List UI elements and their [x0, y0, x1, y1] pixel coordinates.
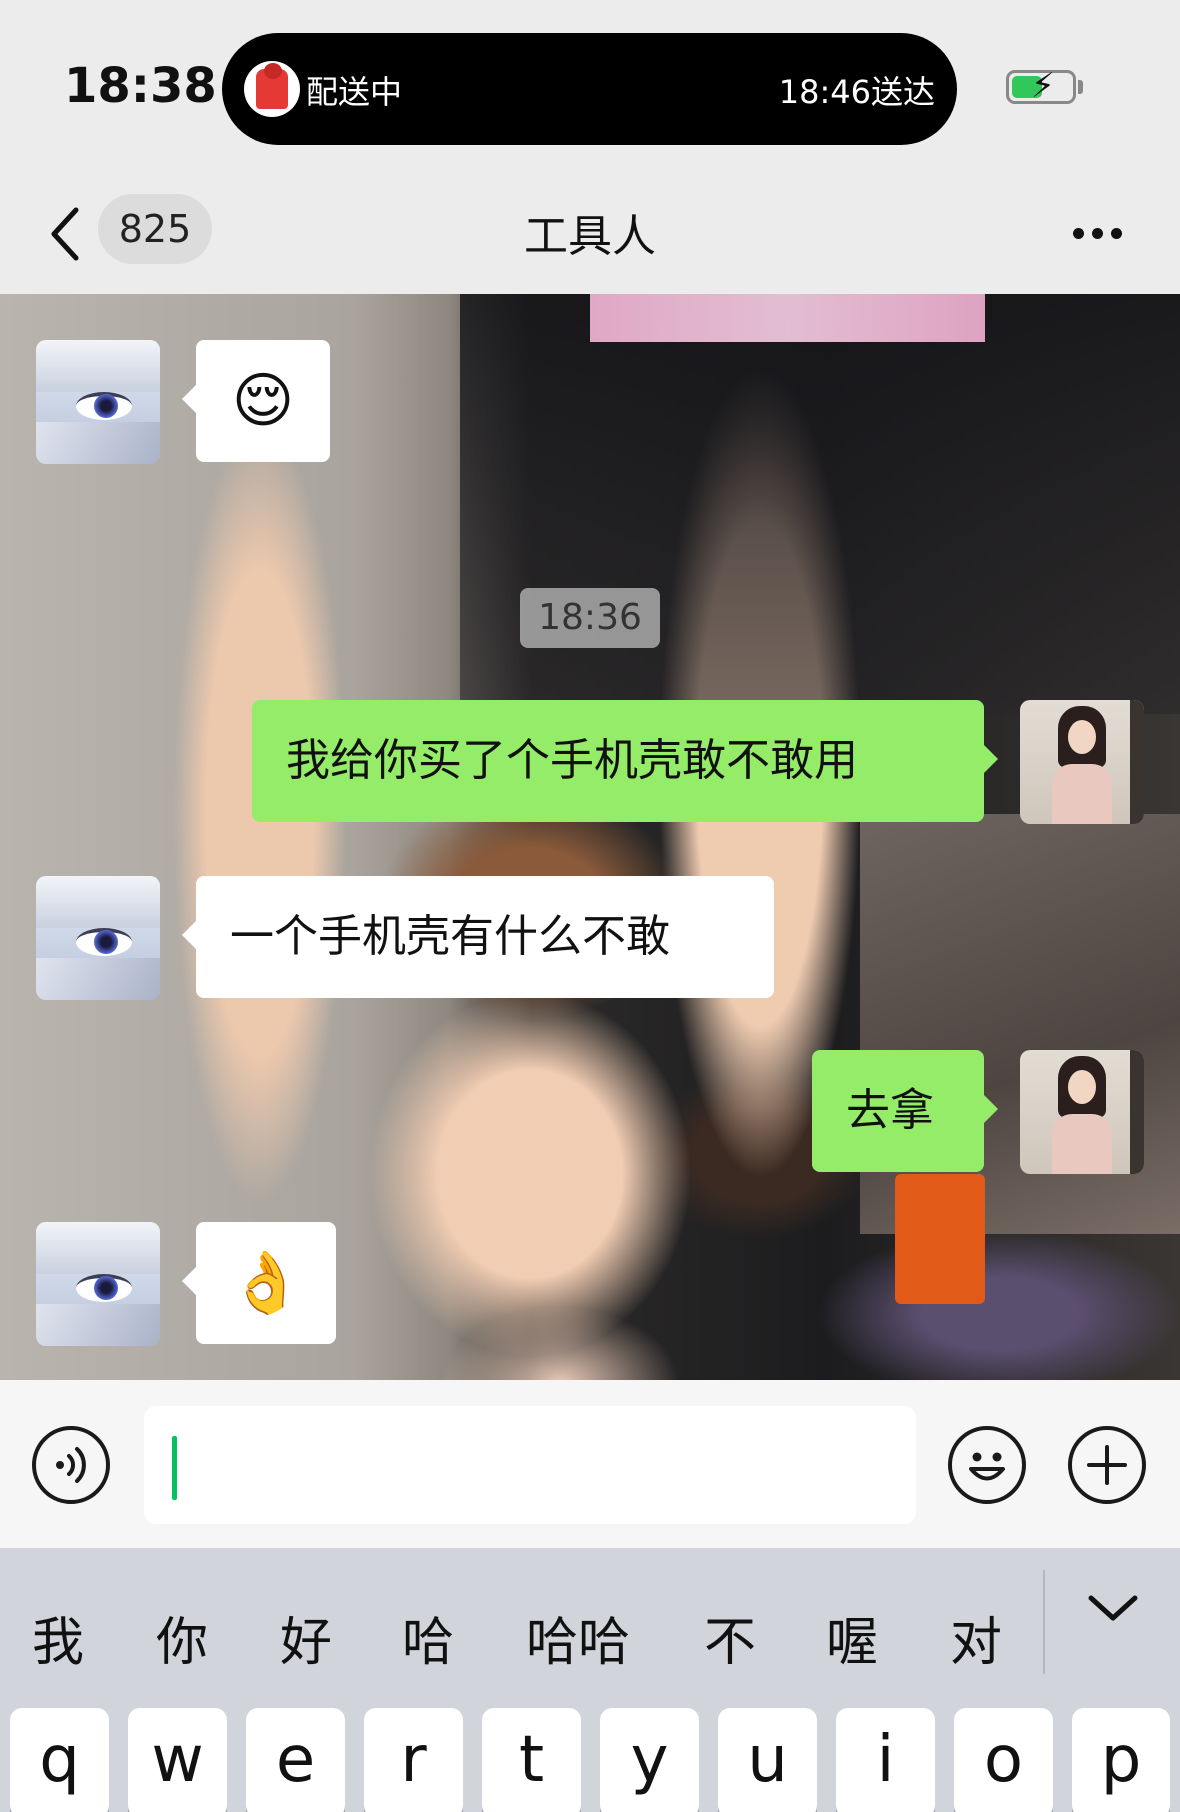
candidate-word[interactable]: 哈: [402, 1600, 454, 1675]
candidate-word[interactable]: 喔: [826, 1600, 878, 1675]
candidate-word[interactable]: 我: [32, 1600, 84, 1675]
chat-timestamp: 18:36: [520, 588, 660, 648]
message-bubble-outgoing[interactable]: 我给你买了个手机壳敢不敢用: [252, 700, 998, 822]
more-dots-icon[interactable]: [1065, 224, 1122, 243]
message-input[interactable]: [144, 1406, 916, 1524]
message-bubble-incoming[interactable]: 👌: [182, 1222, 336, 1344]
message-bubble-outgoing[interactable]: 去拿: [812, 1050, 998, 1172]
emoji-icon[interactable]: [948, 1426, 1026, 1504]
contact-avatar[interactable]: [36, 876, 160, 1000]
candidate-divider: [1043, 1570, 1045, 1674]
delivery-live-activity[interactable]: 配送中 18:46送达: [222, 33, 957, 145]
plus-icon[interactable]: [1068, 1426, 1146, 1504]
background-orange-object: [895, 1174, 985, 1304]
candidate-word[interactable]: 你: [156, 1600, 208, 1675]
key-r[interactable]: r: [364, 1708, 463, 1812]
my-avatar[interactable]: [1020, 1050, 1144, 1174]
key-q[interactable]: q: [10, 1708, 109, 1812]
battery-tip: [1078, 80, 1083, 94]
key-i[interactable]: i: [836, 1708, 935, 1812]
key-e[interactable]: e: [246, 1708, 345, 1812]
keyboard: 我 你 好 哈 哈哈 不 喔 对 q w e r t y u i o p: [0, 1548, 1180, 1812]
message-bubble-incoming[interactable]: 一个手机壳有什么不敢: [182, 876, 774, 998]
chat-nav-bar: 工具人 825: [0, 180, 1180, 294]
chevron-left-icon[interactable]: [46, 204, 86, 264]
input-bar: [0, 1380, 1180, 1548]
voice-icon[interactable]: [32, 1426, 110, 1504]
candidate-word[interactable]: 对: [950, 1600, 1002, 1675]
message-bubble-incoming[interactable]: 😌: [182, 340, 330, 462]
delivery-eta: 18:46送达: [778, 73, 935, 111]
unread-count-badge[interactable]: 825: [98, 194, 212, 264]
chevron-down-icon[interactable]: [1085, 1588, 1141, 1628]
status-bar: 18:38 配送中 18:46送达 ⚡: [0, 0, 1180, 180]
status-time: 18:38: [64, 58, 217, 114]
candidate-word[interactable]: 好: [280, 1600, 332, 1675]
delivery-rider-icon: [244, 61, 300, 117]
candidate-word[interactable]: 不: [704, 1600, 756, 1675]
key-p[interactable]: p: [1072, 1708, 1170, 1812]
contact-avatar[interactable]: [36, 340, 160, 464]
delivery-status: 配送中: [306, 73, 403, 111]
battery-charging-icon: ⚡: [1006, 69, 1076, 104]
text-cursor: [172, 1436, 177, 1500]
background-cabinet: [460, 294, 1180, 714]
key-y[interactable]: y: [600, 1708, 699, 1812]
key-t[interactable]: t: [482, 1708, 581, 1812]
key-o[interactable]: o: [954, 1708, 1053, 1812]
background-pink-strip: [590, 294, 985, 342]
my-avatar[interactable]: [1020, 700, 1144, 824]
key-w[interactable]: w: [128, 1708, 227, 1812]
key-u[interactable]: u: [718, 1708, 817, 1812]
contact-avatar[interactable]: [36, 1222, 160, 1346]
chat-background[interactable]: 😌 18:36 我给你买了个手机壳敢不敢用 一个手机壳有什么不敢 去拿 👌: [0, 294, 1180, 1380]
candidate-word[interactable]: 哈哈: [526, 1600, 630, 1675]
